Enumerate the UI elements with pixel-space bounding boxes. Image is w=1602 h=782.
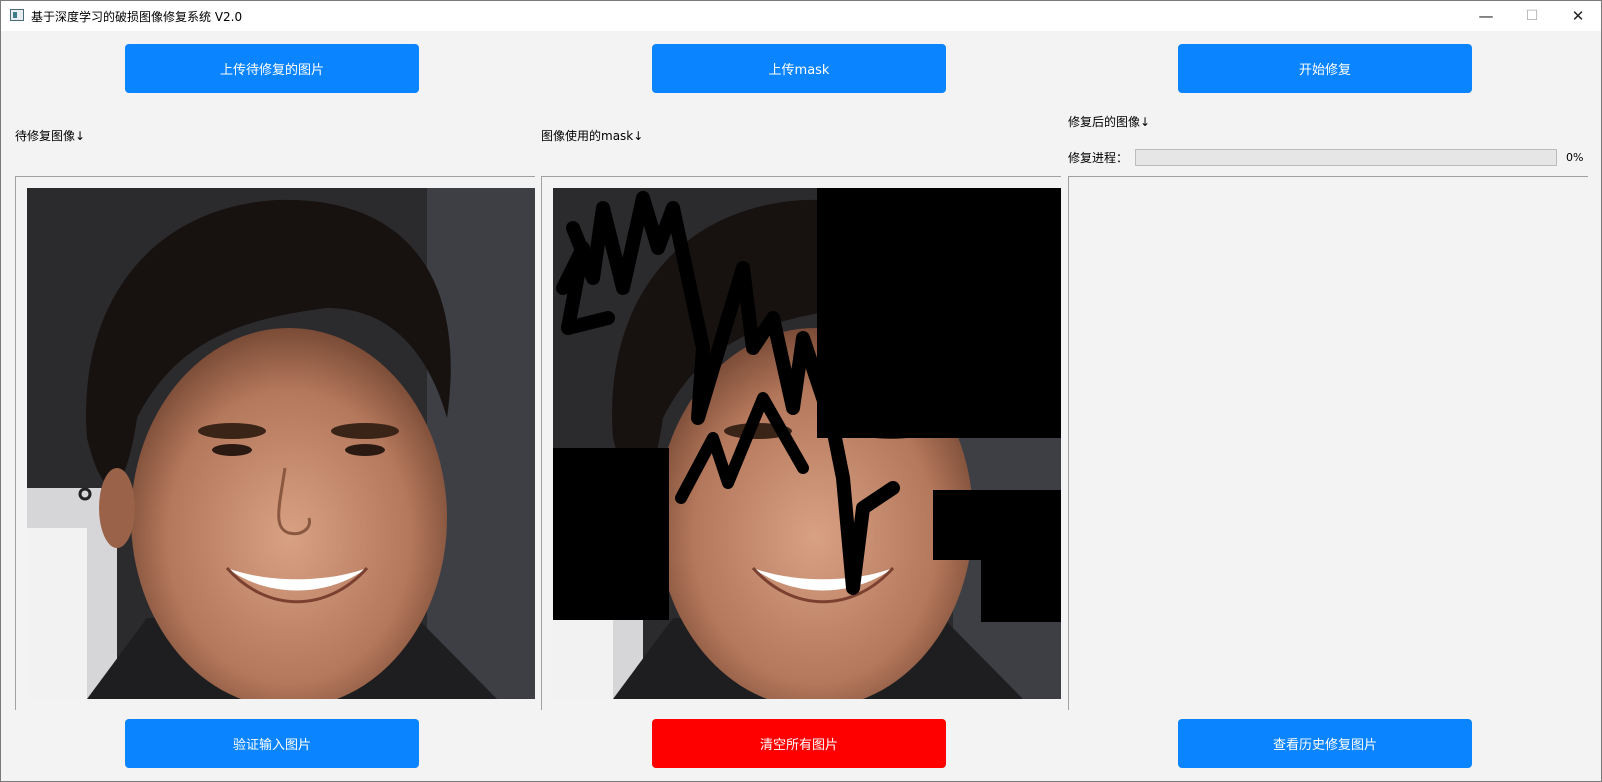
output-image-panel (1068, 176, 1588, 710)
input-image-panel (15, 176, 535, 710)
output-image-label: 修复后的图像↓ (1068, 115, 1151, 129)
mask-image-panel (541, 176, 1061, 710)
input-image-label: 待修复图像↓ (15, 129, 86, 143)
view-history-button[interactable]: 查看历史修复图片 (1178, 719, 1472, 768)
close-button[interactable]: ✕ (1555, 1, 1601, 31)
input-face-image (27, 188, 535, 699)
window-title: 基于深度学习的破损图像修复系统 V2.0 (31, 10, 243, 24)
clear-images-button[interactable]: 清空所有图片 (652, 719, 946, 768)
title-bar: 基于深度学习的破损图像修复系统 V2.0 — ☐ ✕ (1, 1, 1601, 31)
progress-percent: 0% (1566, 151, 1584, 164)
app-window: 基于深度学习的破损图像修复系统 V2.0 — ☐ ✕ 上传待修复的图片 上传ma… (0, 0, 1602, 782)
mask-image-label: 图像使用的mask↓ (541, 129, 644, 143)
upload-mask-button[interactable]: 上传mask (652, 44, 946, 93)
verify-input-button[interactable]: 验证输入图片 (125, 719, 419, 768)
progress-bar (1135, 149, 1557, 166)
mask-overlay-image (553, 188, 1061, 699)
app-icon (10, 9, 24, 21)
upload-image-button[interactable]: 上传待修复的图片 (125, 44, 419, 93)
start-repair-button[interactable]: 开始修复 (1178, 44, 1472, 93)
progress-label: 修复进程： (1068, 151, 1129, 165)
maximize-button[interactable]: ☐ (1509, 1, 1555, 31)
minimize-button[interactable]: — (1463, 1, 1509, 31)
